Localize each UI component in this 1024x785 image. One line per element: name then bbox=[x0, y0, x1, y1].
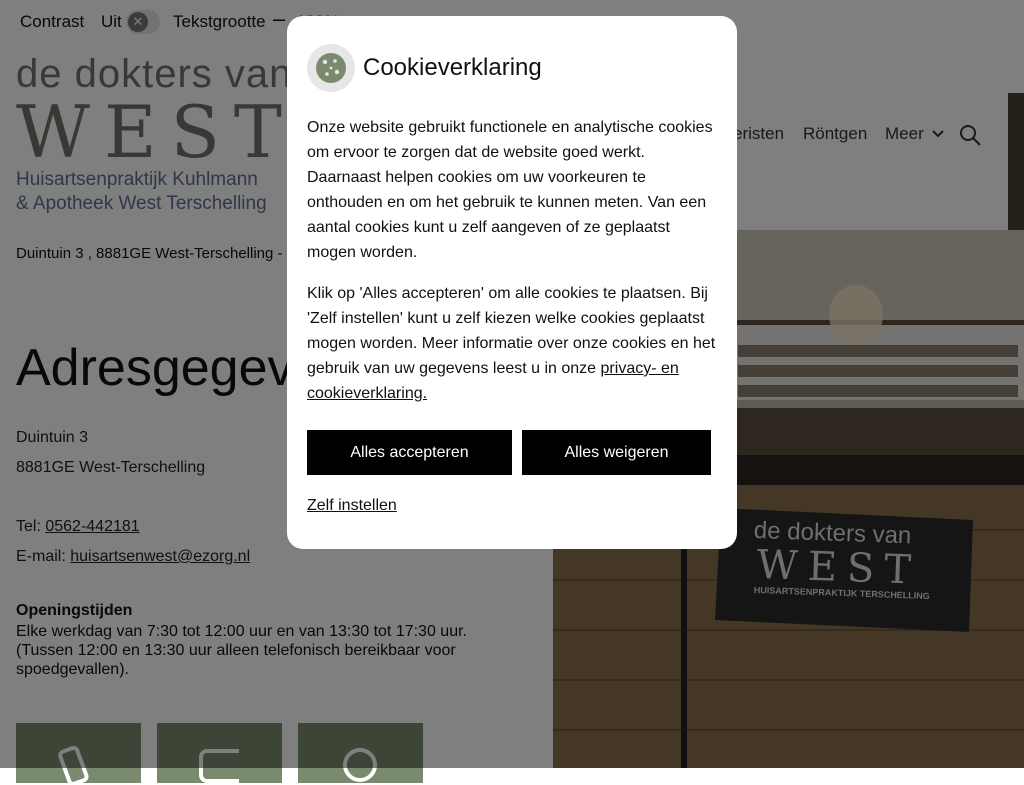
dialog-intro-text: Onze website gebruikt functionele en ana… bbox=[307, 119, 713, 261]
cookie-dialog: Cookieverklaring Onze website gebruikt f… bbox=[287, 16, 737, 549]
reject-all-button[interactable]: Alles weigeren bbox=[522, 430, 711, 475]
custom-settings-link[interactable]: Zelf instellen bbox=[307, 497, 397, 515]
cookie-icon bbox=[307, 44, 355, 92]
dialog-info-text: Klik op 'Alles accepteren' om alle cooki… bbox=[307, 281, 719, 406]
dialog-title: Cookieverklaring bbox=[363, 54, 542, 81]
accept-all-button[interactable]: Alles accepteren bbox=[307, 430, 512, 475]
